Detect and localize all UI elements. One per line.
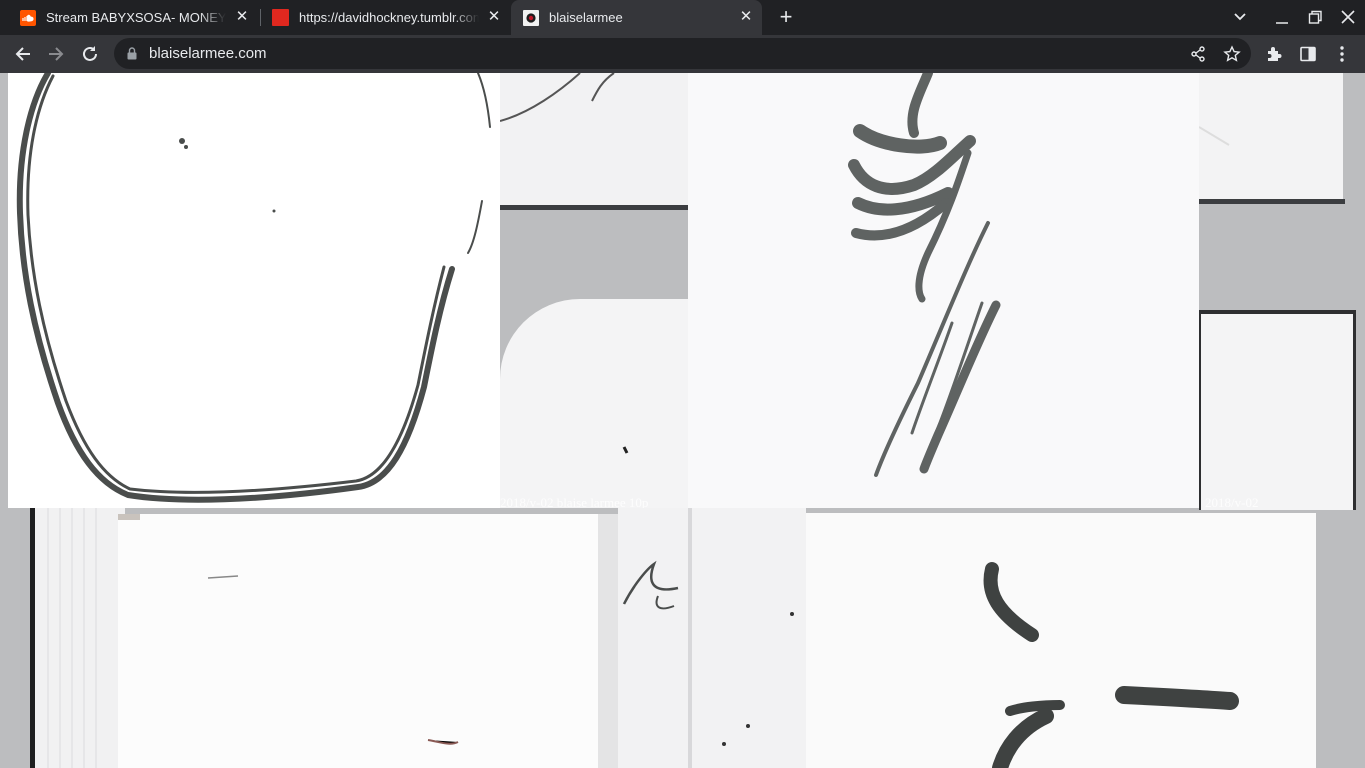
tab-tumblr[interactable]: https://davidhockney.tumblr.com ✕: [260, 0, 510, 35]
close-tab-icon[interactable]: ✕: [234, 9, 250, 25]
artwork-image[interactable]: [8, 508, 618, 768]
artwork-image[interactable]: [806, 513, 1316, 768]
artwork-image[interactable]: [500, 73, 688, 213]
page-content: 2018/v-02 blaise larmee 10p 2018/v-02: [0, 73, 1365, 768]
tab-strip: Stream BABYXSOSA- MONEY BAG ✕ https://da…: [0, 0, 1365, 35]
close-icon: [1341, 10, 1355, 24]
extensions-icon[interactable]: [1265, 45, 1283, 63]
minimize-icon: [1276, 22, 1288, 24]
reload-icon: [83, 46, 97, 61]
close-tab-icon[interactable]: ✕: [738, 9, 754, 25]
back-arrow-icon: [15, 47, 30, 61]
restore-icon: [1308, 10, 1322, 24]
tab-search-button[interactable]: [1228, 6, 1252, 28]
tab-soundcloud[interactable]: Stream BABYXSOSA- MONEY BAG ✕: [8, 0, 258, 35]
artwork-image[interactable]: [8, 73, 500, 508]
chevron-down-icon: [1234, 13, 1246, 21]
url-text: blaiselarmee.com: [149, 45, 267, 62]
minimize-button[interactable]: [1270, 6, 1294, 28]
lock-icon: [127, 47, 137, 60]
forward-arrow-icon: [49, 47, 64, 61]
tab-title: Stream BABYXSOSA- MONEY BAG: [46, 10, 226, 25]
tumblr-icon: [272, 9, 289, 26]
tab-title: blaiselarmee: [549, 10, 623, 25]
browser-toolbar: blaiselarmee.com: [0, 35, 1365, 73]
forward-button[interactable]: [41, 39, 71, 69]
soundcloud-icon: [20, 9, 36, 26]
close-window-button[interactable]: [1336, 6, 1360, 28]
share-icon[interactable]: [1189, 45, 1207, 63]
reload-button[interactable]: [75, 39, 105, 69]
kebab-menu-icon[interactable]: [1333, 45, 1351, 63]
page-background: [1316, 513, 1365, 768]
artwork-caption: 2018/v-02: [1205, 495, 1259, 510]
bookmark-star-icon[interactable]: [1223, 45, 1241, 63]
tab-title: https://davidhockney.tumblr.com: [299, 10, 479, 25]
artwork-image[interactable]: [1199, 310, 1356, 510]
restore-button[interactable]: [1303, 6, 1327, 28]
artwork-image[interactable]: [500, 299, 688, 509]
site-logo-icon: [523, 9, 539, 26]
artwork-image[interactable]: [688, 73, 1199, 508]
tab-blaiselarmee[interactable]: blaiselarmee ✕: [511, 0, 762, 35]
side-panel-icon[interactable]: [1299, 45, 1317, 63]
artwork-image[interactable]: [618, 508, 806, 768]
close-tab-icon[interactable]: ✕: [486, 9, 502, 25]
artwork-image[interactable]: [1199, 73, 1345, 206]
new-tab-button[interactable]: +: [775, 6, 797, 28]
address-bar[interactable]: blaiselarmee.com: [114, 38, 1251, 69]
back-button[interactable]: [8, 39, 38, 69]
